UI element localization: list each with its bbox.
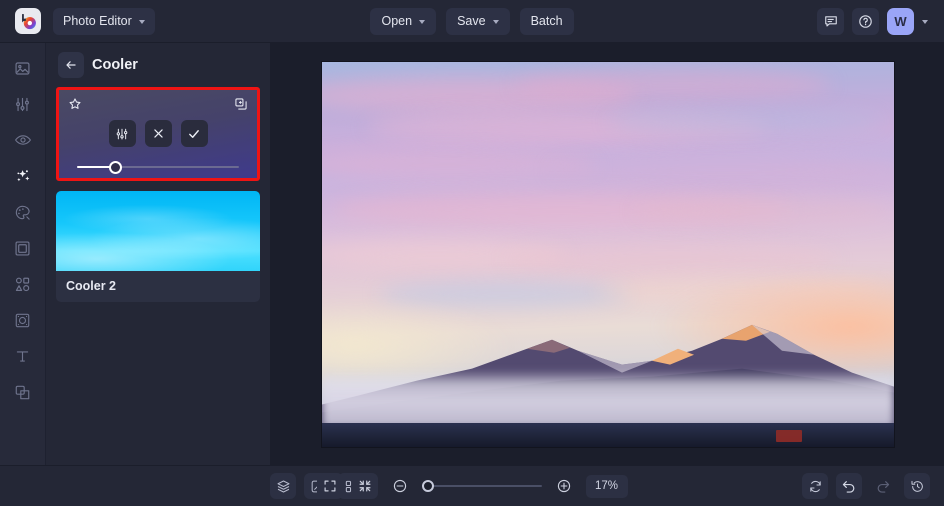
bottom-toolbar: 17% [0, 465, 944, 506]
zoom-level-label[interactable]: 17% [585, 474, 628, 498]
rainbow-circle-logo-icon[interactable] [15, 8, 41, 34]
reset-button[interactable] [802, 473, 828, 499]
fog-band [321, 370, 894, 428]
sidebar-item-overlays[interactable] [7, 379, 39, 405]
sidebar-item-frames[interactable] [7, 235, 39, 261]
batch-button[interactable]: Batch [519, 7, 574, 35]
avatar-initial: W [894, 13, 907, 29]
top-bar: Photo Editor Open Save Batch W [0, 0, 944, 43]
apply-effect-button[interactable] [180, 120, 208, 147]
batch-button-label: Batch [530, 14, 563, 28]
undo-button[interactable] [836, 473, 862, 499]
slider-thumb[interactable] [109, 160, 123, 174]
edited-photo[interactable] [321, 61, 894, 447]
shrink-view-button[interactable] [351, 473, 378, 499]
sidebar-item-shapes[interactable] [7, 271, 39, 297]
zoom-in-button[interactable] [551, 473, 577, 499]
redo-button [870, 473, 896, 499]
zoom-out-button[interactable] [387, 473, 413, 499]
open-button-label: Open [381, 14, 413, 28]
preset-card-cooler[interactable] [56, 87, 260, 181]
chevron-down-icon [419, 19, 426, 24]
mountain-range [321, 277, 894, 447]
preset-card-actions [59, 120, 257, 147]
red-building [775, 430, 802, 443]
chevron-down-icon [492, 19, 499, 24]
save-button[interactable]: Save [446, 7, 510, 35]
sidebar-item-adjust[interactable] [7, 91, 39, 117]
app-menu-label: Photo Editor [63, 14, 132, 28]
layers-button[interactable] [270, 473, 296, 499]
app-menu-photo-editor[interactable]: Photo Editor [53, 7, 155, 35]
sidebar-item-stickers[interactable] [7, 307, 39, 333]
preset-card-cooler-2[interactable]: Cooler 2 [56, 191, 260, 302]
open-button[interactable]: Open [370, 7, 437, 35]
back-button[interactable] [58, 51, 84, 78]
bottom-right-group [802, 473, 930, 499]
preset-card-label: Cooler 2 [66, 279, 117, 293]
zoom-slider[interactable] [421, 479, 542, 493]
effect-strength-slider[interactable] [77, 160, 239, 174]
cyan-sky-thumbnail [56, 191, 260, 271]
sidebar-item-effects[interactable] [7, 163, 39, 189]
help-button[interactable] [852, 7, 879, 35]
zoom-slider-thumb[interactable] [421, 480, 434, 492]
adjust-effect-button[interactable] [108, 120, 136, 147]
top-right-actions: W [817, 7, 934, 35]
page-title: Cooler [92, 56, 138, 73]
save-button-label: Save [457, 14, 486, 28]
panel-header: Cooler [56, 43, 260, 86]
foreground-silhouette [321, 422, 894, 447]
sidebar-item-color[interactable] [7, 199, 39, 225]
effects-panel: Cooler Cooler 2 [46, 43, 271, 465]
fit-to-screen-button[interactable] [316, 473, 343, 499]
sidebar-item-text[interactable] [7, 343, 39, 369]
sidebar-item-image[interactable] [7, 55, 39, 81]
zoom-slider-track [421, 485, 542, 487]
star-icon[interactable] [68, 97, 82, 116]
photo-editor-app: Photo Editor Open Save Batch W Cooler Co… [0, 0, 944, 506]
remove-effect-button[interactable] [144, 120, 172, 147]
canvas-viewport[interactable] [271, 43, 944, 465]
account-chevron-down-icon[interactable] [922, 19, 928, 24]
canvas-area [271, 43, 944, 465]
app-body: Cooler Cooler 2 [0, 43, 944, 465]
avatar[interactable]: W [887, 7, 914, 35]
feedback-button[interactable] [817, 7, 844, 35]
history-button[interactable] [904, 473, 930, 499]
chevron-down-icon [138, 19, 145, 24]
duplicate-icon[interactable] [234, 97, 248, 116]
tool-rail [0, 43, 46, 465]
sidebar-item-retouch[interactable] [7, 127, 39, 153]
